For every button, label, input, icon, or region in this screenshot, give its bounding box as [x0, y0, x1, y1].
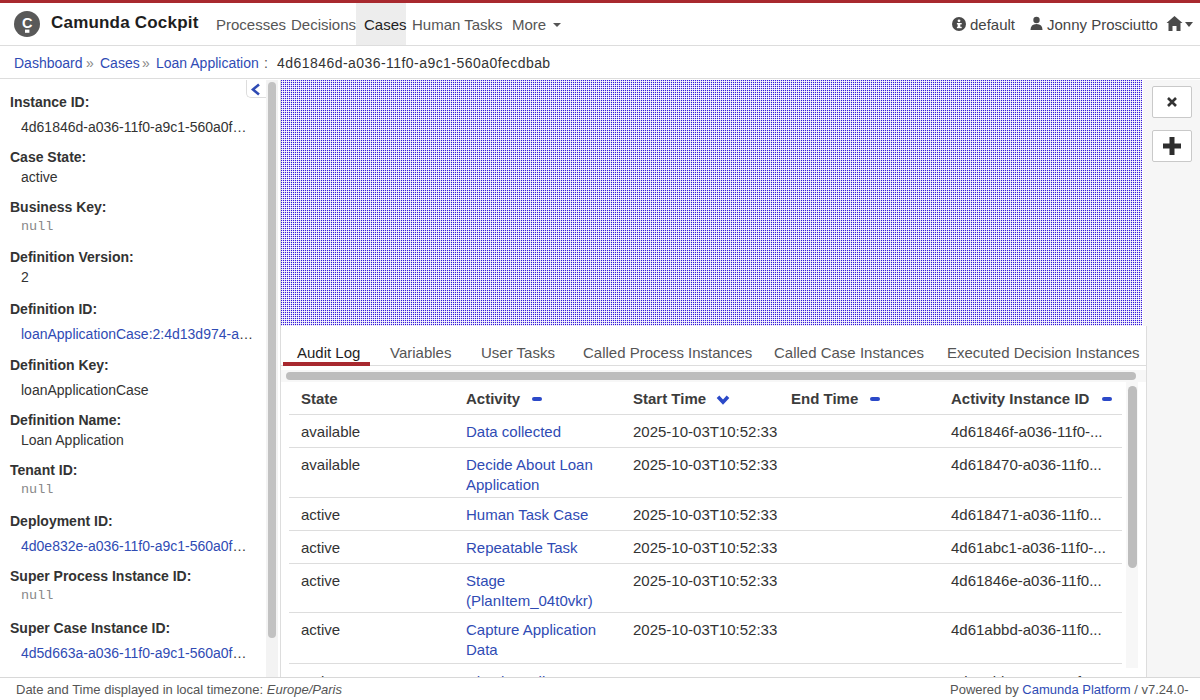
svg-text:C: C [22, 15, 33, 31]
